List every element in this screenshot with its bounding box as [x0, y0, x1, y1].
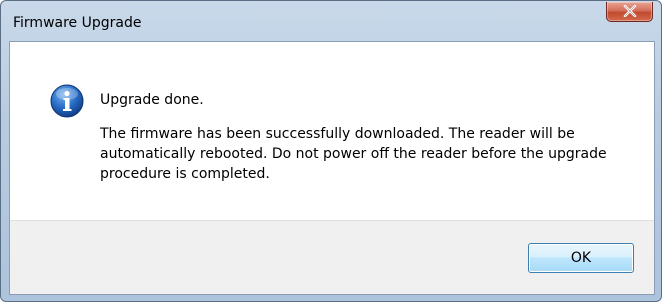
dialog-client-area: Upgrade done. The firmware has been succ…: [9, 41, 655, 295]
message-area: Upgrade done. The firmware has been succ…: [10, 42, 654, 220]
message-body: The firmware has been successfully downl…: [100, 126, 607, 182]
window-title: Firmware Upgrade: [13, 15, 142, 31]
main-instruction: Upgrade done.: [100, 92, 204, 108]
info-icon: [50, 84, 84, 118]
close-icon: [623, 5, 637, 17]
ok-button[interactable]: OK: [528, 243, 634, 273]
button-bar: OK: [10, 220, 654, 294]
dialog-window: Firmware Upgrade Upgrade done. The firmw…: [0, 0, 662, 302]
title-bar[interactable]: Firmware Upgrade: [1, 1, 661, 41]
close-button[interactable]: [606, 2, 653, 22]
